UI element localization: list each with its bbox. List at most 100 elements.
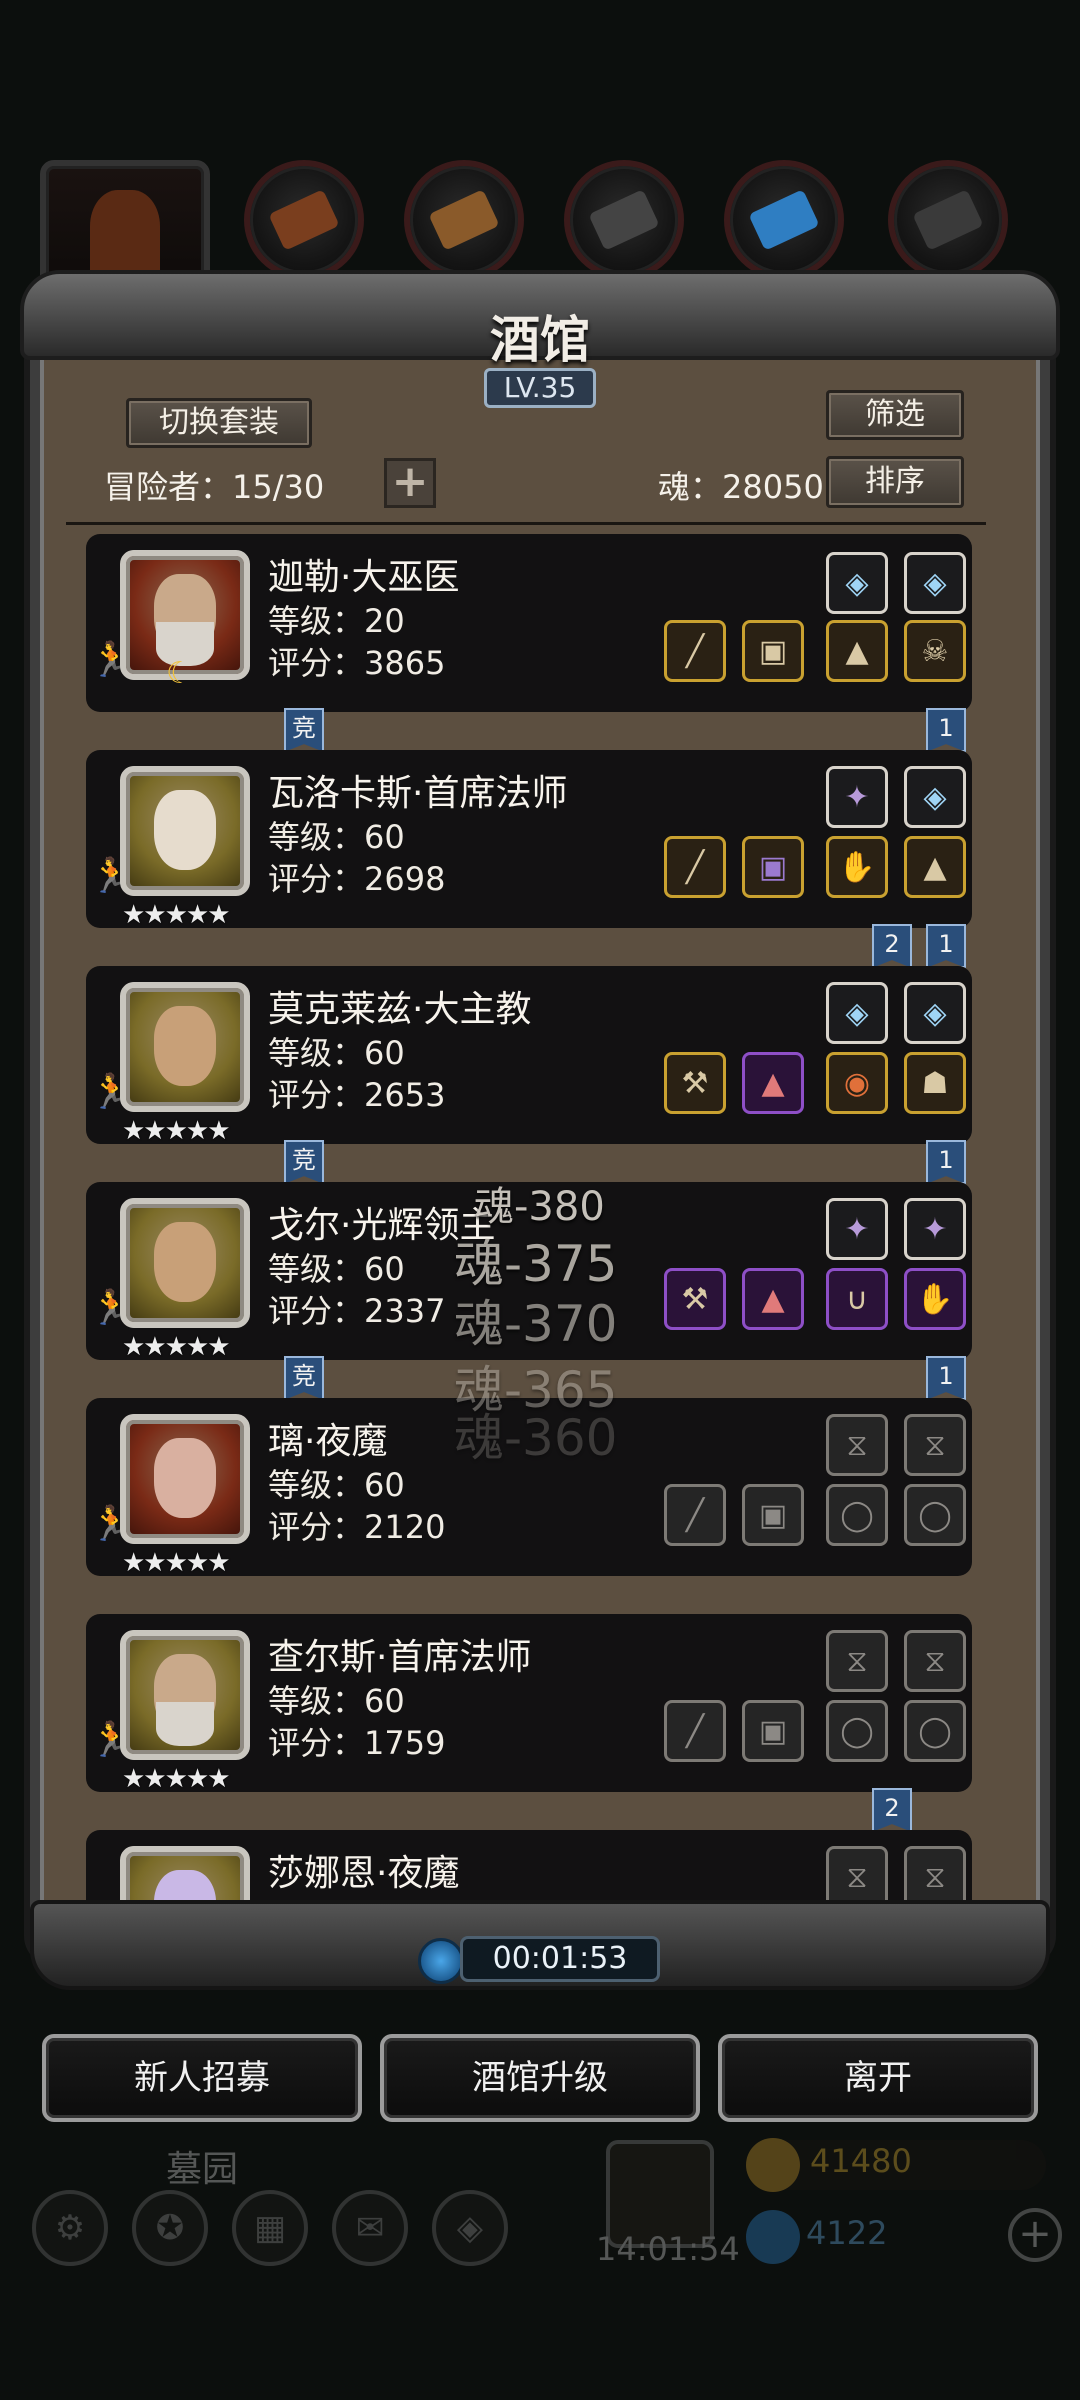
empty-rune-slot-icon[interactable]: ⧖ [904,1846,966,1908]
empty-ring-slot-icon[interactable]: ◯ [904,1484,966,1546]
rune-slot-icon[interactable]: ◈ [904,552,966,614]
empty-rune-slot-icon[interactable]: ⧖ [904,1630,966,1692]
leave-button[interactable]: 离开 [718,2034,1038,2122]
gold-amount: 41480 [810,2142,912,2180]
empty-rune-slot-icon[interactable]: ⧖ [826,1630,888,1692]
hero-name: 瓦洛卡斯·首席法师 [268,773,568,814]
calendar-icon: ▦ [232,2190,308,2266]
hammer-icon[interactable]: ⚒ [664,1052,726,1114]
divider [66,522,986,525]
settings-icon: ⚙ [32,2190,108,2266]
achievement-icon: ✪ [132,2190,208,2266]
empty-rune-slot-icon[interactable]: ⧖ [904,1414,966,1476]
star-rating: ★★★★★ [122,900,231,930]
tab-crystal[interactable] [724,160,844,280]
helm-icon[interactable]: ☠ [904,620,966,682]
hero-level: 等级：60 [268,1466,405,1504]
empty-ring-slot-icon[interactable]: ◯ [904,1700,966,1762]
recruit-button[interactable]: 新人招募 [42,2034,362,2122]
gloves-icon[interactable]: ✋ [826,836,888,898]
team-tag: 1 [926,1140,966,1184]
star-rating: ★★★★★ [122,1548,231,1578]
iron-icon [912,189,984,251]
empty-armor-slot-icon[interactable]: ▣ [742,1700,804,1762]
tab-wood[interactable] [404,160,524,280]
gem-icon [746,2210,800,2264]
add-currency-icon: + [1008,2208,1062,2262]
hero-score: 评分：2337 [268,1292,446,1330]
crystal-slot-icon[interactable]: ✦ [826,766,888,828]
hero-name: 莫克莱兹·大主教 [268,989,532,1030]
map-icon: ◈ [432,2190,508,2266]
hood-icon[interactable]: ▲ [742,1268,804,1330]
tavern-upgrade-button[interactable]: 酒馆升级 [380,2034,700,2122]
robe-icon[interactable]: ▲ [904,836,966,898]
empty-ring-slot-icon[interactable]: ◯ [826,1700,888,1762]
star-rating: ★★★★★ [122,1332,231,1362]
hero-card[interactable]: 🏃 ☾ 迦勒·大巫医 等级：20 评分：3865 ◈ ◈ ╱ ▣ ▲ ☠ [86,534,972,712]
tab-leather[interactable] [244,160,364,280]
tab-iron[interactable] [888,160,1008,280]
empty-armor-slot-icon[interactable]: ▣ [742,1484,804,1546]
team-tag: 1 [926,708,966,752]
helm-icon[interactable]: ☗ [904,1052,966,1114]
robe-icon[interactable]: ▲ [826,620,888,682]
rune-slot-icon[interactable]: ◈ [904,766,966,828]
hero-portrait [120,1414,250,1544]
soul-change-text: 魂-370 [454,1295,618,1353]
hero-portrait [120,1198,250,1328]
switch-outfit-button[interactable]: 切换套装 [126,398,312,448]
hero-score: 评分：2698 [268,860,446,898]
add-slot-button[interactable]: + [384,458,436,508]
hero-card[interactable]: 🏃 ★★★★★ 查尔斯·首席法师 等级：60 评分：1759 ⧖ ⧖ ╱ ▣ ◯… [86,1614,972,1794]
crystal-slot-icon[interactable]: ✦ [826,1198,888,1260]
empty-rune-slot-icon[interactable]: ⧖ [826,1846,888,1908]
staff-icon[interactable]: ╱ [664,620,726,682]
hood-icon[interactable]: ▲ [742,1052,804,1114]
soul-change-text: 魂-360 [454,1409,618,1467]
wood-icon [428,189,500,251]
hero-card[interactable]: 🏃 ★★★★★ 莫克莱兹·大主教 等级：60 评分：2653 ◈ ◈ ⚒ ▲ ◉… [86,966,972,1146]
clock-icon [418,1938,464,1984]
tab-ore[interactable] [564,160,684,280]
leather-icon [268,189,340,251]
armor-icon[interactable]: ▣ [742,620,804,682]
necklace-icon[interactable]: ∪ [826,1268,888,1330]
empty-ring-slot-icon[interactable]: ◯ [826,1484,888,1546]
hero-card[interactable]: 🏃 ★★★★★ 瓦洛卡斯·首席法师 等级：60 评分：2698 ✦ ◈ ╱ ▣ … [86,750,972,930]
soul-amount: 魂：28050 [658,468,824,506]
hammer-icon[interactable]: ⚒ [664,1268,726,1330]
gloves-icon[interactable]: ✋ [904,1268,966,1330]
crystal-slot-icon[interactable]: ✦ [904,1198,966,1260]
staff-icon[interactable]: ╱ [664,836,726,898]
filter-button[interactable]: 筛选 [826,390,964,440]
empty-rune-slot-icon[interactable]: ⧖ [826,1414,888,1476]
rune-slot-icon[interactable]: ◈ [904,982,966,1044]
armor-icon[interactable]: ▣ [742,836,804,898]
face [154,790,216,870]
mail-icon: ✉ [332,2190,408,2266]
area-name: 墓园 [166,2149,239,2190]
hero-level: 等级：60 [268,1250,405,1288]
rune-slot-icon[interactable]: ◈ [826,552,888,614]
hero-level: 等级：60 [268,818,405,856]
empty-weapon-slot-icon[interactable]: ╱ [664,1700,726,1762]
star-rating: ★★★★★ [122,1116,231,1146]
empty-weapon-slot-icon[interactable]: ╱ [664,1484,726,1546]
plus-icon: + [391,456,429,507]
tavern-level-badge: LV.35 [484,368,596,408]
team-tag: 2 [872,1788,912,1832]
hero-score: 评分：2653 [268,1076,446,1114]
hero-level: 等级：60 [268,1034,405,1072]
rune-slot-icon[interactable]: ◈ [826,982,888,1044]
ring-icon[interactable]: ◉ [826,1052,888,1114]
hero-name: 迦勒·大巫医 [268,557,460,598]
hero-silhouette-icon [90,190,160,280]
arena-tag: 竞 [284,1140,324,1184]
panel-title: 酒馆 [490,310,590,369]
moon-icon: ☾ [166,656,193,691]
face [154,1222,216,1302]
game-clock: 14:01:54 [596,2230,740,2268]
sort-button[interactable]: 排序 [826,456,964,508]
hero-score: 评分：1759 [268,1724,446,1762]
